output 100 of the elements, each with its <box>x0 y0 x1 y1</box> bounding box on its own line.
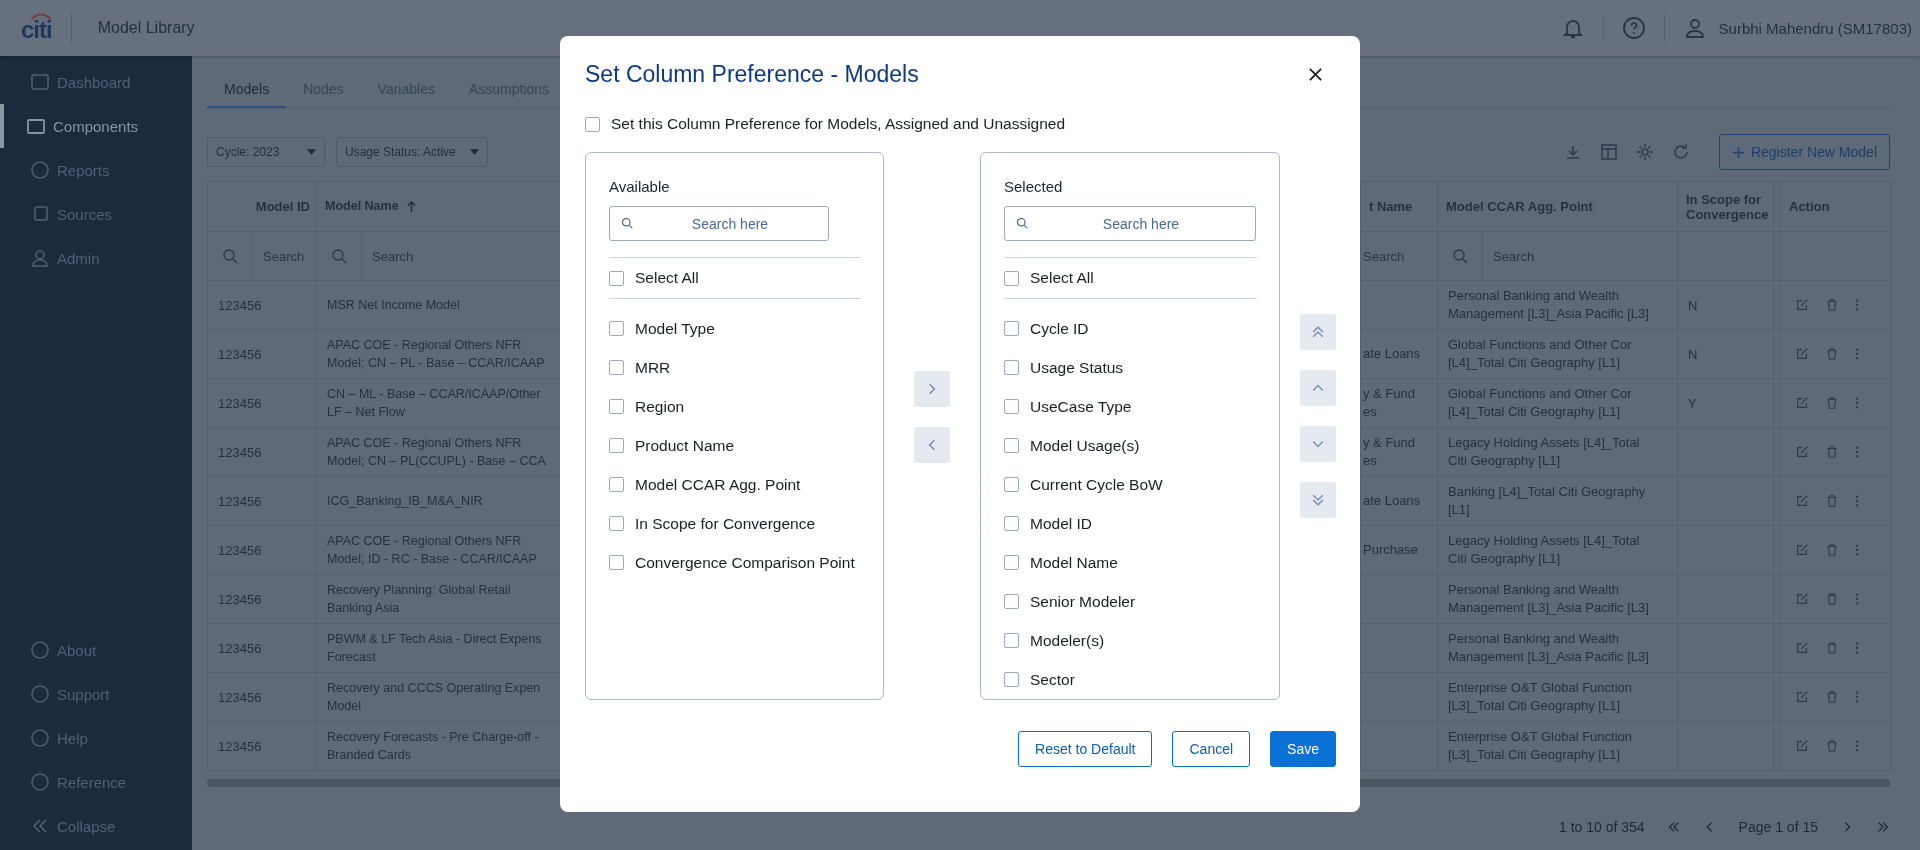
checkbox[interactable] <box>1004 360 1019 375</box>
checkbox[interactable] <box>1004 633 1019 648</box>
column-option-label[interactable]: Model ID <box>1030 514 1093 533</box>
settings-icon[interactable] <box>1634 142 1655 162</box>
checkbox[interactable] <box>1004 477 1019 492</box>
help-icon[interactable] <box>1621 16 1646 40</box>
edit-icon[interactable] <box>1795 445 1809 459</box>
edit-icon[interactable] <box>1795 641 1809 655</box>
move-to-bottom-button[interactable] <box>1300 482 1336 518</box>
checkbox[interactable] <box>609 321 624 336</box>
filter-dropdown[interactable]: Cycle: 2023 <box>207 137 325 167</box>
delete-icon[interactable] <box>1825 298 1839 312</box>
checkbox[interactable] <box>609 555 624 570</box>
edit-icon[interactable] <box>1795 739 1809 753</box>
checkbox-label[interactable]: Select All <box>635 269 699 287</box>
checkbox[interactable] <box>609 360 624 375</box>
move-up-button[interactable] <box>1300 370 1336 406</box>
delete-icon[interactable] <box>1825 739 1839 753</box>
edit-icon[interactable] <box>1795 298 1809 312</box>
column-option-label[interactable]: Model Name <box>1030 553 1118 572</box>
sidebar-item[interactable]: Components <box>0 104 192 148</box>
column-option-label[interactable]: Cycle ID <box>1030 319 1089 338</box>
column-option-label[interactable]: UseCase Type <box>1030 397 1132 416</box>
column-option-label[interactable]: Region <box>635 397 685 416</box>
checkbox[interactable] <box>609 438 624 453</box>
edit-icon[interactable] <box>1795 494 1809 508</box>
column-option-label[interactable]: Sector <box>1030 670 1075 689</box>
table-cell: Enterprise O&T Global Function [L3]_Total Citi Geography [L1] <box>1448 679 1632 715</box>
search-icon[interactable] <box>331 248 347 264</box>
checkbox[interactable] <box>609 270 624 286</box>
column-header[interactable]: Model ID <box>208 182 317 231</box>
search-field[interactable]: Search here <box>1004 206 1256 241</box>
column-option-label[interactable]: In Scope for Convergence <box>635 514 816 533</box>
delete-icon[interactable] <box>1825 396 1839 410</box>
caret-icon <box>470 149 479 155</box>
delete-icon[interactable] <box>1825 445 1839 459</box>
table-cell-text: APAC COE - Regional Others NFR Model; CN – PL(CCUPL) - Base – CCA <box>327 435 546 470</box>
column-header[interactable]: In Scope for Convergence <box>1678 182 1774 231</box>
search-field[interactable]: Search here <box>609 206 829 241</box>
panel-heading: Available <box>609 178 671 197</box>
checkbox[interactable] <box>1004 672 1019 687</box>
move-left-button[interactable] <box>914 427 950 463</box>
dialog-button[interactable]: Save <box>1270 731 1336 767</box>
column-option-label[interactable]: Convergence Comparison Point <box>635 553 855 572</box>
checkbox[interactable] <box>1004 438 1019 453</box>
edit-icon[interactable] <box>1795 347 1809 361</box>
user-name[interactable]: Surbhi Mahendru (SM17803) <box>1718 19 1912 37</box>
column-header[interactable]: t Name <box>1361 182 1438 231</box>
column-option-label[interactable]: Current Cycle BoW <box>1030 475 1163 494</box>
checkbox[interactable] <box>585 116 600 132</box>
column-option-label[interactable]: Model CCAR Agg. Point <box>635 475 801 494</box>
edit-icon[interactable] <box>1795 543 1809 557</box>
citi-logo[interactable]: citi <box>21 12 52 44</box>
tab[interactable]: Models <box>207 72 287 108</box>
move-to-top-button[interactable] <box>1300 314 1336 350</box>
column-header[interactable]: Model CCAR Agg. Point <box>1438 182 1678 231</box>
delete-icon[interactable] <box>1825 543 1839 557</box>
checkbox[interactable] <box>1004 399 1019 414</box>
close-icon[interactable] <box>1308 66 1323 82</box>
checkbox[interactable] <box>1004 516 1019 531</box>
move-down-button[interactable] <box>1300 426 1336 462</box>
search-icon[interactable] <box>1452 248 1468 264</box>
edit-icon[interactable] <box>1795 396 1809 410</box>
checkbox[interactable] <box>609 516 624 531</box>
last-page-icon[interactable] <box>1876 820 1890 834</box>
dialog-button[interactable]: Cancel <box>1172 731 1251 767</box>
column-option-label[interactable]: Modeler(s) <box>1030 631 1105 650</box>
checkbox[interactable] <box>1004 321 1019 336</box>
column-option-label[interactable]: Product Name <box>635 436 735 455</box>
checkbox[interactable] <box>1004 555 1019 570</box>
delete-icon[interactable] <box>1825 494 1839 508</box>
table-cell-text: Recovery Planning: Global Retail Banking Asia <box>327 582 511 617</box>
move-right-button[interactable] <box>914 371 950 407</box>
sort-arrow-icon[interactable] <box>406 200 416 213</box>
column-option-label[interactable]: Model Usage(s) <box>1030 436 1140 455</box>
checkbox-label[interactable]: Select All <box>1030 269 1094 287</box>
column-header[interactable]: Action <box>1781 182 1891 231</box>
column-option-label[interactable]: MRR <box>635 358 671 377</box>
column-option-label[interactable]: Usage Status <box>1030 358 1124 377</box>
edit-icon[interactable] <box>1795 592 1809 606</box>
checkbox[interactable] <box>609 477 624 492</box>
checkbox[interactable] <box>1004 594 1019 609</box>
edit-icon[interactable] <box>1795 690 1809 704</box>
search-icon[interactable] <box>222 248 238 264</box>
filter-dropdown[interactable]: Usage Status: Active <box>336 137 488 167</box>
dialog-button[interactable]: Reset to Default <box>1018 731 1153 767</box>
column-option-label[interactable]: Senior Modeler <box>1030 592 1136 611</box>
table-cell-text: Recovery and CCCS Operating Expen Model <box>327 680 541 715</box>
first-page-icon[interactable] <box>1666 820 1681 834</box>
delete-icon[interactable] <box>1825 347 1839 361</box>
table-cell: 123456 <box>218 738 262 754</box>
delete-icon[interactable] <box>1825 690 1839 704</box>
delete-icon[interactable] <box>1825 641 1839 655</box>
table-cell-text: CN – ML - Base – CCAR/ICAAP/Other LF – Net Flow <box>327 386 541 421</box>
column-option-label[interactable]: Model Type <box>635 319 715 338</box>
checkbox[interactable] <box>1004 270 1019 286</box>
checkbox[interactable] <box>609 399 624 414</box>
delete-icon[interactable] <box>1825 592 1839 606</box>
checkbox-label[interactable]: Set this Column Preference for Models, Assigned and Unassigned <box>611 115 1066 133</box>
columns-icon[interactable] <box>1598 142 1619 162</box>
